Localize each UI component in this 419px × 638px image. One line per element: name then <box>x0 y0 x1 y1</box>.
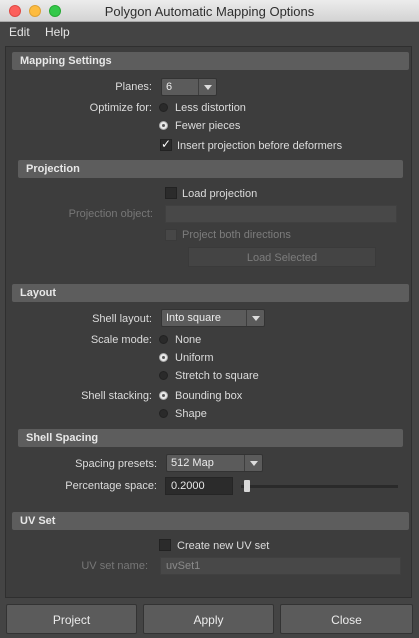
radio-scale-stretch[interactable] <box>159 371 168 380</box>
radio-scale-none[interactable] <box>159 335 168 344</box>
optimize-for-label: Optimize for: <box>89 102 152 114</box>
chevron-down-icon <box>244 455 262 471</box>
title-bar: Polygon Automatic Mapping Options <box>0 0 419 22</box>
create-new-uv-set-label: Create new UV set <box>177 540 270 552</box>
uv-set-name-label: UV set name: <box>81 560 148 572</box>
planes-value: 6 <box>166 81 173 93</box>
mapping-settings-header[interactable]: Mapping Settings <box>12 52 409 70</box>
radio-less-distortion[interactable] <box>159 103 168 112</box>
percentage-space-field[interactable]: 0.2000 <box>165 477 233 495</box>
less-distortion-label: Less distortion <box>175 102 246 114</box>
shape-label: Shape <box>175 408 207 420</box>
projection-object-field[interactable] <box>165 205 397 223</box>
percentage-space-label: Percentage space: <box>65 480 157 492</box>
fewer-pieces-label: Fewer pieces <box>175 120 241 132</box>
uv-set-header[interactable]: UV Set <box>12 512 409 530</box>
shell-spacing-header[interactable]: Shell Spacing <box>18 429 403 447</box>
scale-stretch-label: Stretch to square <box>175 370 259 382</box>
load-selected-button[interactable]: Load Selected <box>188 247 376 267</box>
spacing-presets-label: Spacing presets: <box>75 458 157 470</box>
projection-object-label: Projection object: <box>68 208 153 220</box>
project-both-checkbox[interactable] <box>165 229 177 241</box>
shell-layout-label: Shell layout: <box>92 313 152 325</box>
checkmark-icon: ✓ <box>161 137 172 151</box>
menu-edit[interactable]: Edit <box>9 25 30 39</box>
create-new-uv-set-checkbox[interactable] <box>159 539 171 551</box>
project-button[interactable]: Project <box>6 604 137 634</box>
projection-header[interactable]: Projection <box>18 160 403 178</box>
menu-bar: Edit Help <box>0 22 419 42</box>
spacing-presets-value: 512 Map <box>171 457 214 469</box>
bounding-box-label: Bounding box <box>175 390 243 402</box>
radio-scale-uniform[interactable] <box>159 353 168 362</box>
uv-set-name-field[interactable]: uvSet1 <box>160 557 401 575</box>
scale-mode-label: Scale mode: <box>90 334 152 346</box>
scale-uniform-label: Uniform <box>175 352 214 364</box>
insert-projection-label: Insert projection before deformers <box>177 140 343 152</box>
load-projection-checkbox[interactable] <box>165 187 177 199</box>
percentage-space-slider-handle[interactable] <box>244 480 251 492</box>
shell-stacking-label: Shell stacking: <box>81 390 152 402</box>
close-button[interactable]: Close <box>280 604 413 634</box>
shell-layout-value: Into square <box>166 312 222 324</box>
shell-layout-dropdown[interactable]: Into square <box>161 309 265 327</box>
project-both-label: Project both directions <box>182 229 291 241</box>
percentage-space-slider-track[interactable] <box>241 485 398 488</box>
chevron-down-icon <box>198 79 216 95</box>
apply-button[interactable]: Apply <box>143 604 274 634</box>
planes-label: Planes: <box>115 81 152 93</box>
insert-projection-checkbox[interactable]: ✓ <box>160 137 172 151</box>
menu-help[interactable]: Help <box>45 25 70 39</box>
spacing-presets-dropdown[interactable]: 512 Map <box>166 454 263 472</box>
chevron-down-icon <box>246 310 264 326</box>
radio-fewer-pieces[interactable] <box>159 121 168 130</box>
window-title: Polygon Automatic Mapping Options <box>104 4 315 19</box>
layout-header[interactable]: Layout <box>12 284 409 302</box>
radio-stacking-bounding-box[interactable] <box>159 391 168 400</box>
scale-none-label: None <box>175 334 202 346</box>
radio-stacking-shape[interactable] <box>159 409 168 418</box>
load-projection-label: Load projection <box>182 188 258 200</box>
planes-dropdown[interactable]: 6 <box>161 78 217 96</box>
